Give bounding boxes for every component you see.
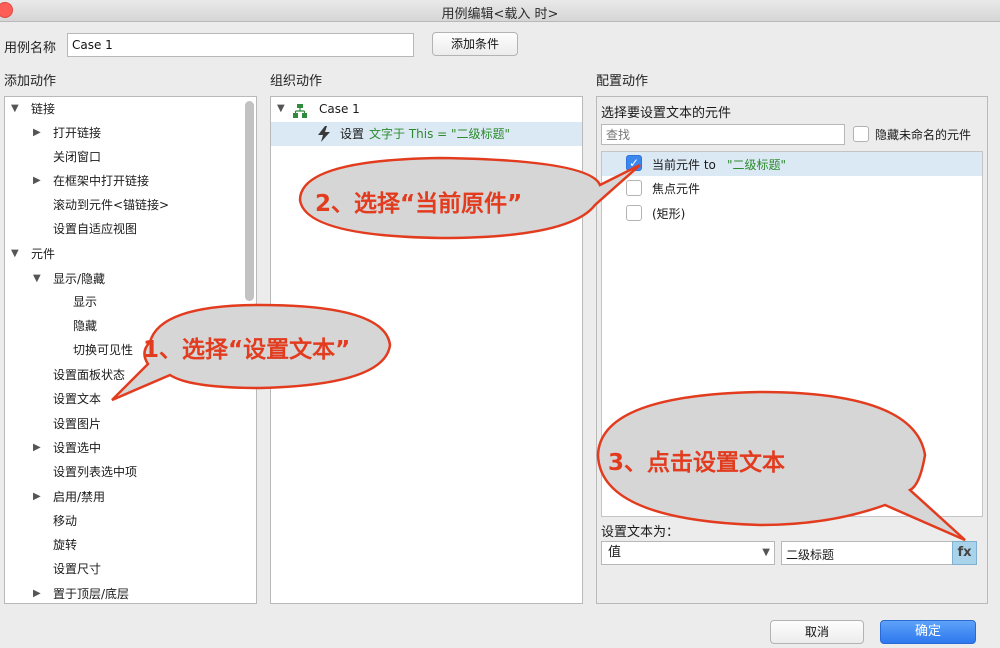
dropdown-arrow-icon: ▼ <box>762 547 770 558</box>
widget-row-focus[interactable]: 焦点元件 <box>602 176 982 200</box>
tree-item-move[interactable]: 移动 <box>5 509 256 533</box>
case-node[interactable]: ▼ Case 1 <box>271 97 582 121</box>
configure-actions-panel: 选择要设置文本的元件 隐藏未命名的元件 ✓ 当前元件 to "二级标题" 焦点元… <box>596 96 988 604</box>
triangle-right-icon[interactable]: ▶ <box>33 121 41 145</box>
callout-text-two: 2、选择“当前原件” <box>315 191 523 217</box>
action-node-set-text[interactable]: 设置 文字于 This = "二级标题" <box>271 122 582 146</box>
window-title: 用例编辑<载入 时> <box>441 7 559 22</box>
tree-item-scroll-to-widget[interactable]: 滚动到元件<锚链接> <box>5 193 256 217</box>
value-type-select[interactable]: 值 ▼ <box>601 541 775 565</box>
tree-item-set-selected[interactable]: ▶ 设置选中 <box>5 436 256 460</box>
text-value-input[interactable]: 二级标题 <box>781 541 977 565</box>
tree-item-show[interactable]: 显示 <box>5 290 256 314</box>
tree-item-rotate[interactable]: 旋转 <box>5 533 256 557</box>
triangle-down-icon[interactable]: ▼ <box>11 242 19 266</box>
case-name-label: 用例名称 <box>4 41 57 56</box>
configure-subtitle: 选择要设置文本的元件 <box>601 106 732 121</box>
tree-group-show-hide[interactable]: ▼ 显示/隐藏 <box>5 267 256 291</box>
triangle-down-icon[interactable]: ▼ <box>277 97 285 121</box>
tree-item-set-size[interactable]: 设置尺寸 <box>5 557 256 581</box>
tree-item-set-image[interactable]: 设置图片 <box>5 412 256 436</box>
lightning-icon <box>317 126 331 142</box>
tree-item-enable-disable[interactable]: ▶ 启用/禁用 <box>5 485 256 509</box>
add-actions-heading: 添加动作 <box>4 74 57 89</box>
callout-text-three: 3、点击设置文本 <box>608 450 786 476</box>
ok-button[interactable]: 确定 <box>880 620 976 644</box>
tree-item-set-list-selected[interactable]: 设置列表选中项 <box>5 460 256 484</box>
tree-item-close-window[interactable]: 关闭窗口 <box>5 145 256 169</box>
scrollbar-thumb[interactable] <box>245 101 254 301</box>
triangle-right-icon[interactable]: ▶ <box>33 169 41 193</box>
tree-group-links[interactable]: ▼ 链接 <box>5 97 256 121</box>
title-bar: 用例编辑<载入 时> <box>0 0 1000 22</box>
add-condition-button[interactable]: 添加条件 <box>432 32 518 56</box>
focus-widget-checkbox[interactable] <box>626 180 642 196</box>
triangle-down-icon[interactable]: ▼ <box>11 97 19 121</box>
hide-unnamed-label: 隐藏未命名的元件 <box>875 128 972 142</box>
tree-item-set-panel-state[interactable]: 设置面板状态 <box>5 363 256 387</box>
organize-actions-heading: 组织动作 <box>270 74 323 89</box>
case-name-input[interactable]: Case 1 <box>67 33 414 57</box>
triangle-down-icon[interactable]: ▼ <box>33 267 41 291</box>
triangle-right-icon[interactable]: ▶ <box>33 485 41 509</box>
hide-unnamed-checkbox[interactable] <box>853 126 869 142</box>
widget-search-input[interactable] <box>601 124 845 145</box>
widget-row-current[interactable]: ✓ 当前元件 to "二级标题" <box>602 152 982 176</box>
checkmark-icon[interactable]: ✓ <box>626 155 642 171</box>
set-text-to-label: 设置文本为： <box>601 525 680 540</box>
tree-item-open-link[interactable]: ▶ 打开链接 <box>5 121 256 145</box>
tree-item-bring-front-back[interactable]: ▶ 置于顶层/底层 <box>5 582 256 603</box>
rectangle-widget-checkbox[interactable] <box>626 205 642 221</box>
tree-item-set-text[interactable]: 设置文本 <box>5 387 256 411</box>
triangle-right-icon[interactable]: ▶ <box>33 582 41 603</box>
tree-item-set-adaptive-view[interactable]: 设置自适应视图 <box>5 217 256 241</box>
tree-group-widgets[interactable]: ▼ 元件 <box>5 242 256 266</box>
case-tree-icon <box>293 102 307 118</box>
callout-text-one: 1、选择“设置文本” <box>143 337 351 363</box>
widget-row-rectangle[interactable]: (矩形) <box>602 200 982 224</box>
configure-actions-heading: 配置动作 <box>596 74 649 89</box>
tree-item-open-in-frame[interactable]: ▶ 在框架中打开链接 <box>5 169 256 193</box>
triangle-right-icon[interactable]: ▶ <box>33 436 41 460</box>
cancel-button[interactable]: 取消 <box>770 620 864 644</box>
fx-button[interactable]: fx <box>952 541 977 565</box>
